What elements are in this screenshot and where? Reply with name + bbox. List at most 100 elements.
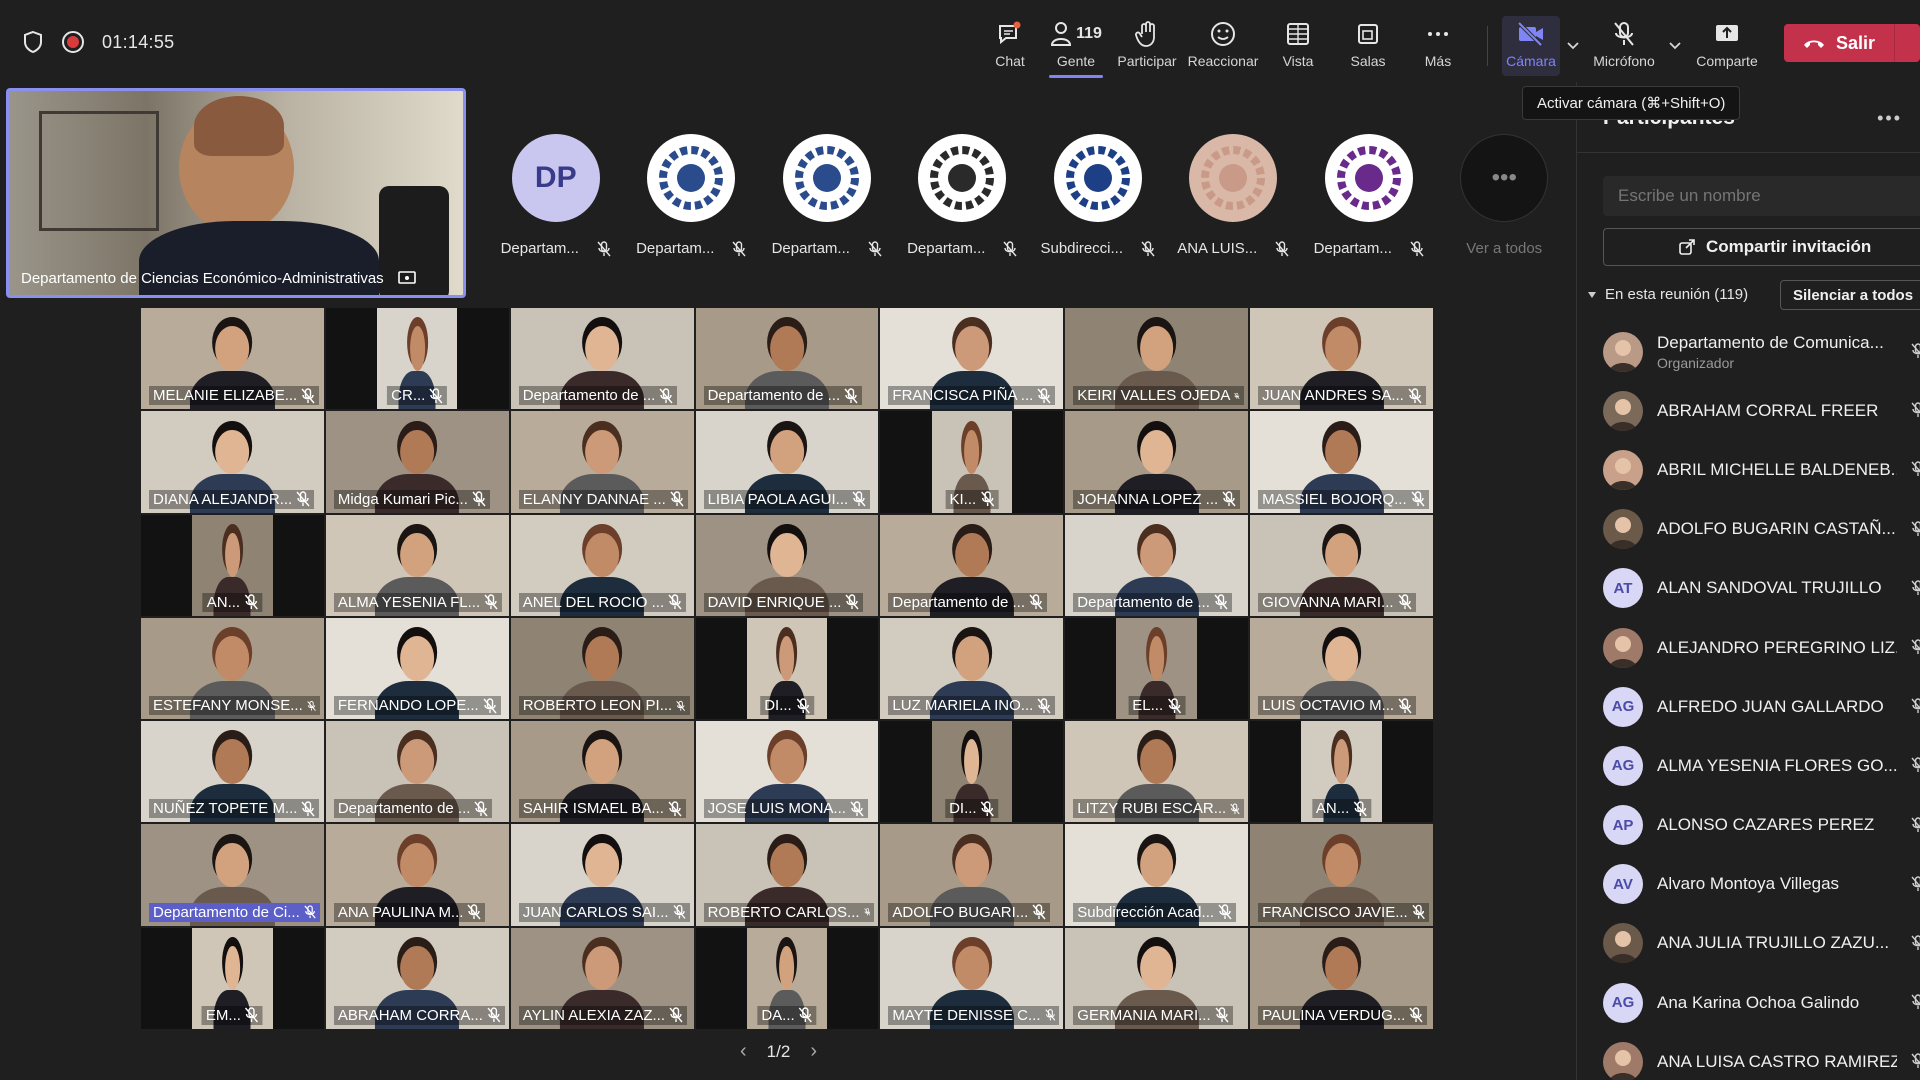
participant-video-tile[interactable]: ROBERTO CARLOS... [695, 824, 879, 926]
featured-participant[interactable]: Departam... [759, 134, 895, 257]
participant-video-tile[interactable]: KEIRI VALLES OJEDA [1065, 308, 1249, 410]
raise-hand-button[interactable]: Participar [1111, 16, 1183, 76]
participant-video-tile[interactable]: MASSIEL BOJORQ... [1250, 411, 1433, 513]
participant-row[interactable]: ALEJANDRO PEREGRINO LIZ... [1603, 618, 1920, 677]
featured-participant[interactable]: Departam... [895, 134, 1031, 257]
microphone-off-icon [1353, 801, 1367, 817]
participant-video-tile[interactable]: JOSE LUIS MONA... [695, 721, 879, 823]
participant-video-tile[interactable]: LUIS OCTAVIO M... [1250, 617, 1433, 720]
participant-video-tile[interactable]: SAHIR ISMAEL BA... [510, 721, 694, 823]
participant-video-tile[interactable]: Departamento de Ci... [141, 824, 324, 926]
participant-video-tile[interactable]: ESTEFANY MONSE... [141, 617, 324, 720]
participant-video-tile[interactable]: AN... [141, 514, 324, 616]
participant-video-tile[interactable]: JUAN CARLOS SAI... [510, 824, 694, 926]
participant-row[interactable]: Departamento de Comunica... Organizador [1603, 322, 1920, 381]
participant-name-label: LITZY RUBI ESCAR... [1073, 799, 1245, 819]
participant-video-tile[interactable]: Subdirección Acad... [1065, 824, 1249, 926]
participant-row[interactable]: ANA JULIA TRUJILLO ZAZU... [1603, 914, 1920, 973]
leave-options-chevron[interactable] [1894, 24, 1920, 62]
participant-video-tile[interactable]: LITZY RUBI ESCAR... [1065, 721, 1249, 823]
participant-video-tile[interactable]: EM... [141, 927, 324, 1029]
mic-options-chevron[interactable] [1662, 16, 1688, 76]
participant-row[interactable]: ABRIL MICHELLE BALDENEB... [1603, 440, 1920, 499]
share-invite-button[interactable]: Compartir invitación [1603, 228, 1920, 266]
participant-video-tile[interactable]: NUÑEZ TOPETE M... [141, 721, 324, 823]
participant-video-tile[interactable]: Midga Kumari Pic... [325, 411, 509, 513]
participant-video-tile[interactable]: PAULINA VERDUG... [1250, 927, 1433, 1029]
avatar [1189, 134, 1278, 222]
featured-participant[interactable]: Departam... [624, 134, 760, 257]
participant-video-tile[interactable]: AYLIN ALEXIA ZAZ... [510, 927, 694, 1029]
more-button[interactable]: Más [1403, 16, 1473, 76]
participant-row[interactable]: AV Alvaro Montoya Villegas [1603, 855, 1920, 914]
participant-video-tile[interactable]: GERMANIA MARI... [1065, 927, 1249, 1029]
participant-video-tile[interactable]: FRANCISCA PIÑA ... [880, 308, 1064, 410]
participant-name-label: JOHANNA LOPEZ ... [1073, 489, 1241, 509]
participant-video-tile[interactable]: ANA PAULINA M... [325, 824, 509, 926]
featured-participant[interactable]: Subdirecci... [1030, 134, 1166, 257]
participant-video-tile[interactable]: Departamento de ... [1065, 514, 1249, 616]
featured-participant[interactable]: ANA LUIS... [1166, 134, 1302, 257]
microphone-off-icon [1230, 803, 1240, 815]
participant-row[interactable]: AG ALFREDO JUAN GALLARDO [1603, 677, 1920, 736]
participant-video-tile[interactable]: Departamento de ... [880, 514, 1064, 616]
participant-video-tile[interactable]: ANEL DEL ROCIO ... [510, 514, 694, 616]
participant-video-tile[interactable]: ABRAHAM CORRA... [325, 927, 509, 1029]
featured-participant[interactable]: DP Departam... [488, 134, 624, 257]
view-button[interactable]: Vista [1263, 16, 1333, 76]
chat-button[interactable]: Chat [979, 16, 1041, 76]
featured-participant[interactable]: Departam... [1301, 134, 1437, 257]
participant-row[interactable]: AG ALMA YESENIA FLORES GO... [1603, 736, 1920, 795]
participant-video-tile[interactable]: LUZ MARIELA INO... [880, 617, 1064, 720]
people-button[interactable]: 119 Gente [1041, 16, 1111, 78]
participant-video-tile[interactable]: ROBERTO LEON PI... [510, 617, 694, 720]
participant-video-tile[interactable]: MAYTE DENISSE C... [880, 927, 1064, 1029]
participant-video-tile[interactable]: JUAN ANDRES SA... [1250, 308, 1433, 410]
participant-video-tile[interactable]: DIANA ALEJANDR... [141, 411, 324, 513]
participant-video-tile[interactable]: DAVID ENRIQUE ... [695, 514, 879, 616]
see-all-button[interactable]: ••• Ver a todos [1437, 134, 1573, 257]
participant-video-tile[interactable]: DA... [695, 927, 879, 1029]
participant-video-tile[interactable]: DI... [880, 721, 1064, 823]
participant-video-tile[interactable]: AN... [1250, 721, 1433, 823]
participant-video-tile[interactable]: KI... [880, 411, 1064, 513]
camera-options-chevron[interactable] [1560, 16, 1586, 76]
participant-video-tile[interactable]: MELANIE ELIZABE... [141, 308, 324, 410]
participant-video-tile[interactable]: FERNANDO LOPE... [325, 617, 509, 720]
participant-video-tile[interactable]: ALMA YESENIA FL... [325, 514, 509, 616]
self-video-tile[interactable]: Departamento de Ciencias Económico-Admin… [6, 88, 466, 298]
microphone-button[interactable]: Micrófono [1586, 16, 1662, 76]
participant-row[interactable]: AT ALAN SANDOVAL TRUJILLO [1603, 559, 1920, 618]
rooms-button[interactable]: Salas [1333, 16, 1403, 76]
in-meeting-section-toggle[interactable]: En esta reunión (119) [1587, 286, 1748, 303]
share-button[interactable]: Comparte [1688, 16, 1766, 76]
participant-video-tile[interactable]: GIOVANNA MARI... [1250, 514, 1433, 616]
participant-video-tile[interactable]: CR... [325, 308, 509, 410]
react-button[interactable]: Reaccionar [1183, 16, 1263, 76]
participant-row[interactable]: ANA LUISA CASTRO RAMIREZ [1603, 1032, 1920, 1080]
participant-row[interactable]: AG Ana Karina Ochoa Galindo [1603, 973, 1920, 1032]
prev-page-button[interactable]: ‹ [740, 1040, 747, 1063]
panel-options-icon[interactable]: ••• [1877, 108, 1902, 129]
participant-video-tile[interactable]: FRANCISCO JAVIE... [1250, 824, 1433, 926]
participant-video-tile[interactable]: EL... [1065, 617, 1249, 720]
participant-video-tile[interactable]: Departamento de ... [325, 721, 509, 823]
shield-icon[interactable] [22, 30, 44, 54]
participant-video-tile[interactable]: Departamento de ... [695, 308, 879, 410]
participant-row[interactable]: ABRAHAM CORRAL FREER [1603, 381, 1920, 440]
participant-video-tile[interactable]: ADOLFO BUGARI... [880, 824, 1064, 926]
camera-button[interactable]: Cámara [1502, 16, 1560, 76]
participant-video-tile[interactable]: DI... [695, 617, 879, 720]
participant-row[interactable]: ADOLFO BUGARIN CASTAÑ... [1603, 500, 1920, 559]
mute-all-button[interactable]: Silenciar a todos [1780, 280, 1920, 310]
participant-name-label: Departamento de ... [703, 386, 863, 406]
microphone-off-icon [1911, 994, 1920, 1010]
next-page-button[interactable]: › [810, 1040, 817, 1063]
participant-search-input[interactable] [1603, 176, 1920, 216]
leave-button[interactable]: Salir [1784, 24, 1920, 62]
participant-video-tile[interactable]: LIBIA PAOLA AGUI... [695, 411, 879, 513]
participant-video-tile[interactable]: ELANNY DANNAE ... [510, 411, 694, 513]
participant-video-tile[interactable]: JOHANNA LOPEZ ... [1065, 411, 1249, 513]
participant-row[interactable]: AP ALONSO CAZARES PEREZ [1603, 796, 1920, 855]
participant-video-tile[interactable]: Departamento de ... [510, 308, 694, 410]
